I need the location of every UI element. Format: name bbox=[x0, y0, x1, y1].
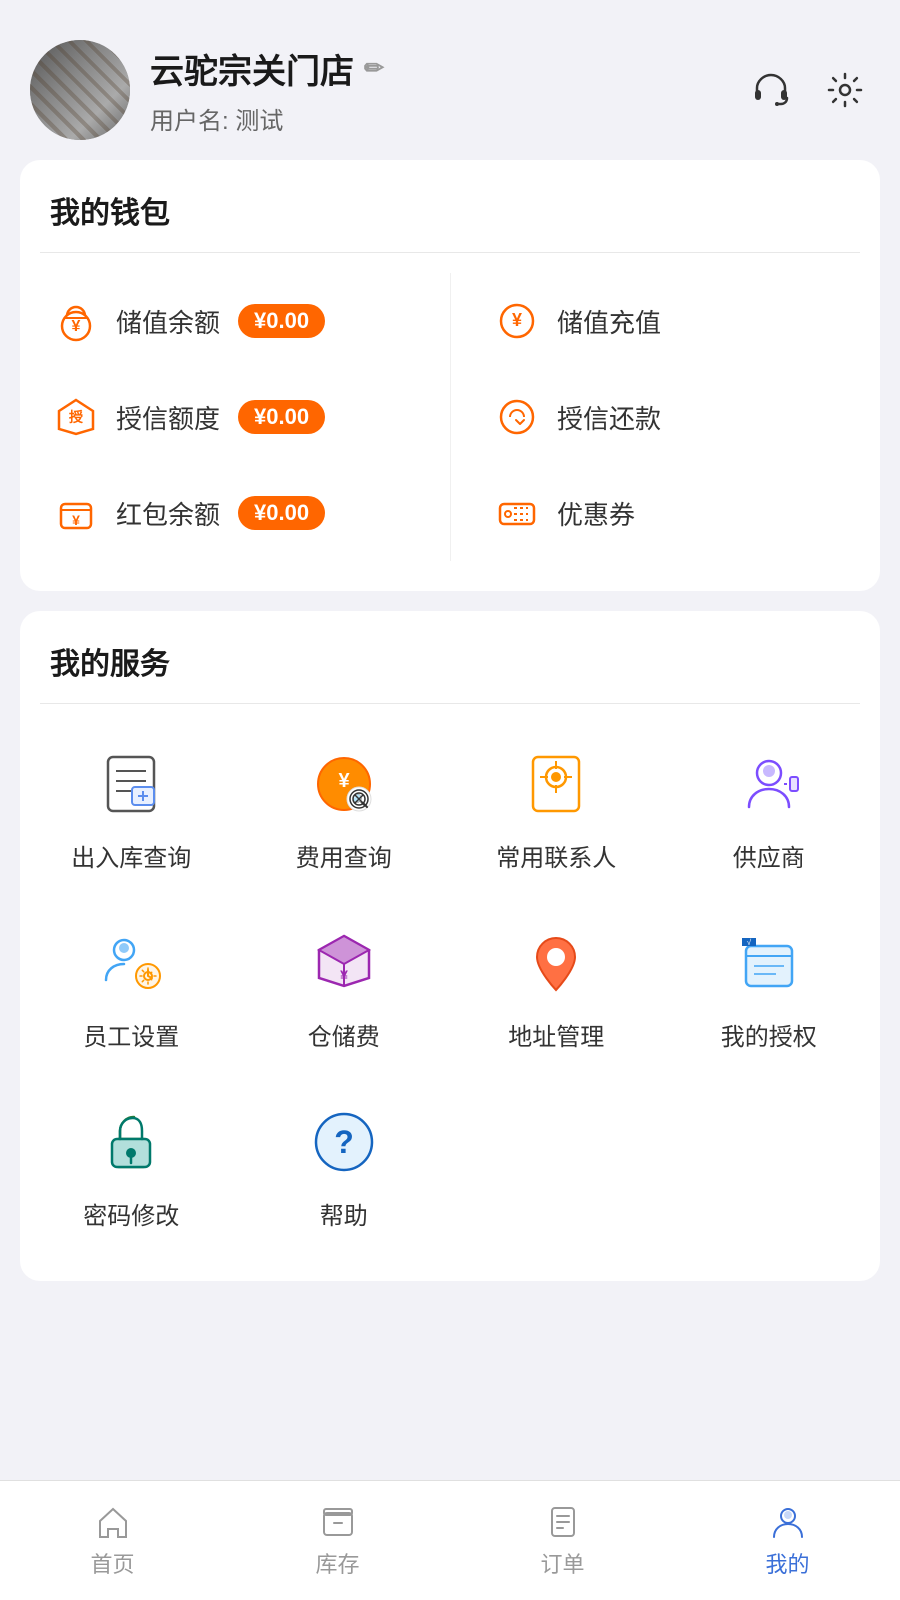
credit-amount: ¥0.00 bbox=[238, 400, 325, 434]
auth-label: 我的授权 bbox=[721, 1017, 817, 1052]
wallet-item-balance[interactable]: ¥ 储值余额 ¥0.00 bbox=[50, 273, 450, 369]
service-storage[interactable]: ¥ 仓储费 bbox=[243, 903, 446, 1072]
wallet-grid: ¥ 储值余额 ¥0.00 授 bbox=[20, 253, 880, 591]
help-icon: ? bbox=[304, 1102, 384, 1182]
settings-button[interactable] bbox=[820, 65, 870, 115]
wallet-item-repay[interactable]: 授信还款 bbox=[491, 369, 850, 465]
svg-text:¥: ¥ bbox=[338, 770, 350, 792]
svg-text:√: √ bbox=[747, 938, 752, 947]
nav-home-label: 首页 bbox=[90, 1547, 134, 1579]
service-supplier[interactable]: 供应商 bbox=[668, 724, 871, 893]
recharge-label: 储值充值 bbox=[557, 303, 661, 340]
coupon-icon bbox=[491, 487, 543, 539]
repay-icon bbox=[491, 391, 543, 443]
header-icons bbox=[746, 65, 870, 115]
contacts-label: 常用联系人 bbox=[496, 838, 616, 873]
nav-mine[interactable]: 我的 bbox=[675, 1493, 900, 1589]
coupon-label: 优惠券 bbox=[557, 495, 635, 532]
wallet-item-redpacket[interactable]: ¥ 红包余额 ¥0.00 bbox=[50, 465, 450, 561]
services-title: 我的服务 bbox=[20, 611, 880, 703]
supplier-icon bbox=[729, 744, 809, 824]
svg-text:¥: ¥ bbox=[72, 512, 80, 528]
wallet-card: 我的钱包 ¥ 储值余额 ¥0.00 bbox=[20, 160, 880, 591]
redpacket-amount: ¥0.00 bbox=[238, 496, 325, 530]
redpacket-label: 红包余额 bbox=[116, 495, 220, 532]
nav-inventory[interactable]: 库存 bbox=[225, 1493, 450, 1589]
svg-text:?: ? bbox=[334, 1124, 354, 1160]
svg-text:授: 授 bbox=[69, 409, 84, 425]
wallet-title: 我的钱包 bbox=[20, 160, 880, 252]
employee-icon bbox=[91, 923, 171, 1003]
credit-icon: 授 bbox=[50, 391, 102, 443]
nav-mine-label: 我的 bbox=[765, 1547, 809, 1579]
svg-text:¥: ¥ bbox=[72, 318, 81, 335]
fees-label: 费用查询 bbox=[296, 838, 392, 873]
nav-orders-label: 订单 bbox=[540, 1547, 584, 1579]
service-employee[interactable]: 员工设置 bbox=[30, 903, 233, 1072]
wallet-item-credit[interactable]: 授 授信额度 ¥0.00 bbox=[50, 369, 450, 465]
user-info: 云驼宗关门店 ✏ 用户名: 测试 bbox=[150, 44, 384, 136]
recharge-icon: ¥ bbox=[491, 295, 543, 347]
store-name: 云驼宗关门店 ✏ bbox=[150, 44, 384, 93]
services-card: 我的服务 出入库查询 bbox=[20, 611, 880, 1281]
credit-label: 授信额度 bbox=[116, 399, 220, 436]
storage-icon: ¥ bbox=[304, 923, 384, 1003]
home-icon bbox=[94, 1503, 132, 1541]
balance-label: 储值余额 bbox=[116, 303, 220, 340]
fees-icon: ¥ 🔍 bbox=[304, 744, 384, 824]
services-grid: 出入库查询 ¥ 🔍 费用查询 bbox=[20, 704, 880, 1281]
wallet-left-col: ¥ 储值余额 ¥0.00 授 bbox=[50, 273, 450, 561]
redpacket-icon: ¥ bbox=[50, 487, 102, 539]
nav-orders[interactable]: 订单 bbox=[450, 1493, 675, 1589]
inventory-icon bbox=[319, 1503, 357, 1541]
inout-icon bbox=[91, 744, 171, 824]
service-help[interactable]: ? 帮助 bbox=[243, 1082, 446, 1251]
nav-inventory-label: 库存 bbox=[315, 1547, 359, 1579]
bottom-nav: 首页 库存 订单 bbox=[0, 1480, 900, 1600]
username: 用户名: 测试 bbox=[150, 101, 384, 136]
help-label: 帮助 bbox=[320, 1196, 368, 1231]
balance-amount: ¥0.00 bbox=[238, 304, 325, 338]
orders-icon bbox=[544, 1503, 582, 1541]
inout-label: 出入库查询 bbox=[71, 838, 191, 873]
repay-label: 授信还款 bbox=[557, 399, 661, 436]
wallet-right-col: ¥ 储值充值 授信还款 bbox=[450, 273, 850, 561]
service-auth[interactable]: √ 我的授权 bbox=[668, 903, 871, 1072]
mine-icon bbox=[769, 1503, 807, 1541]
service-password[interactable]: 密码修改 bbox=[30, 1082, 233, 1251]
svg-text:¥: ¥ bbox=[512, 310, 522, 330]
header-left: 云驼宗关门店 ✏ 用户名: 测试 bbox=[30, 40, 384, 140]
headset-button[interactable] bbox=[746, 65, 796, 115]
edit-icon[interactable]: ✏ bbox=[364, 54, 384, 83]
service-contacts[interactable]: 常用联系人 bbox=[455, 724, 658, 893]
header: 云驼宗关门店 ✏ 用户名: 测试 bbox=[0, 0, 900, 160]
supplier-label: 供应商 bbox=[733, 838, 805, 873]
wallet-item-recharge[interactable]: ¥ 储值充值 bbox=[491, 273, 850, 369]
contacts-icon bbox=[516, 744, 596, 824]
password-label: 密码修改 bbox=[83, 1196, 179, 1231]
service-fees[interactable]: ¥ 🔍 费用查询 bbox=[243, 724, 446, 893]
address-label: 地址管理 bbox=[508, 1017, 604, 1052]
storage-label: 仓储费 bbox=[308, 1017, 380, 1052]
svg-text:¥: ¥ bbox=[340, 967, 348, 983]
password-icon bbox=[91, 1102, 171, 1182]
employee-label: 员工设置 bbox=[83, 1017, 179, 1052]
service-inout[interactable]: 出入库查询 bbox=[30, 724, 233, 893]
service-address[interactable]: 地址管理 bbox=[455, 903, 658, 1072]
address-icon bbox=[516, 923, 596, 1003]
auth-icon: √ bbox=[729, 923, 809, 1003]
nav-home[interactable]: 首页 bbox=[0, 1493, 225, 1589]
avatar[interactable] bbox=[30, 40, 130, 140]
balance-icon: ¥ bbox=[50, 295, 102, 347]
wallet-item-coupon[interactable]: 优惠券 bbox=[491, 465, 850, 561]
